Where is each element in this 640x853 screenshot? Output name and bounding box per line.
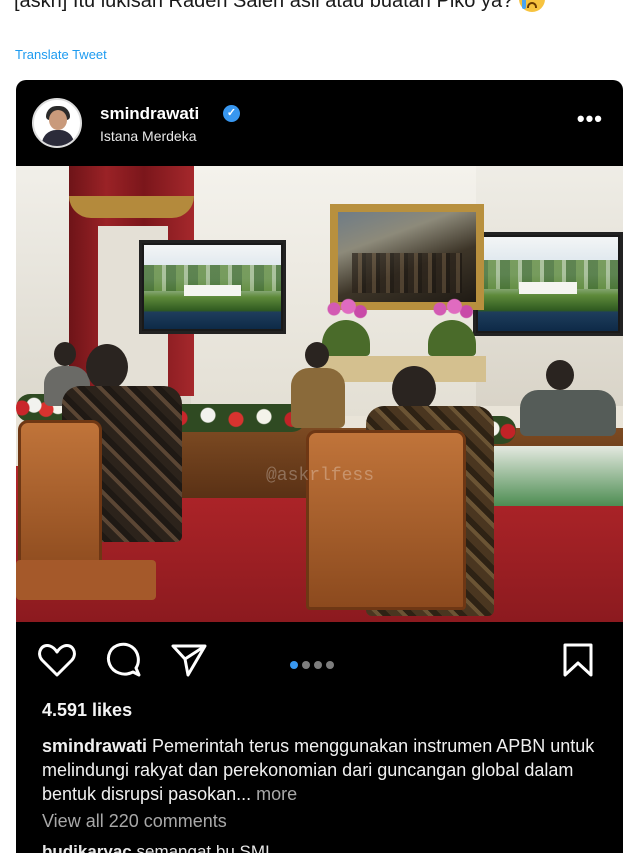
post-username[interactable]: smindrawati — [100, 104, 199, 124]
comment-icon — [106, 642, 141, 677]
chair-center — [306, 430, 466, 610]
tv-screen-left — [139, 240, 286, 334]
post-photo[interactable]: @askrlfess — [16, 166, 623, 622]
share-button[interactable] — [170, 642, 208, 683]
view-all-comments-link[interactable]: View all 220 comments — [42, 811, 227, 832]
caption-more-link[interactable]: more — [256, 784, 297, 804]
translate-tweet-link[interactable]: Translate Tweet — [15, 47, 107, 62]
verified-badge-icon: ✓ — [223, 105, 240, 122]
caption-username[interactable]: smindrawati — [42, 736, 147, 756]
tweet-body: [askrl] Itu lukisan Raden Saleh asli ata… — [14, 0, 514, 12]
carousel-dot — [326, 661, 334, 669]
post-header: smindrawati ✓ Istana Merdeka ••• — [16, 80, 623, 166]
share-icon — [171, 644, 207, 677]
crying-face-emoji-icon — [519, 0, 546, 12]
post-location[interactable]: Istana Merdeka — [100, 128, 197, 144]
painting — [330, 204, 484, 310]
tv-screen-right — [473, 232, 623, 336]
carousel-dot — [290, 661, 298, 669]
tweet-text: [askrl] Itu lukisan Raden Saleh asli ata… — [14, 0, 626, 16]
likes-count[interactable]: 4.591 likes — [42, 700, 132, 721]
more-options-button[interactable]: ••• — [577, 108, 603, 130]
save-button[interactable] — [562, 642, 594, 683]
post-caption: smindrawati Pemerintah terus menggunakan… — [42, 734, 602, 806]
comment-text: semangat bu SMI — [131, 842, 270, 853]
bookmark-icon — [563, 643, 593, 677]
like-button[interactable] — [38, 642, 76, 683]
carousel-dot — [302, 661, 310, 669]
comment-username[interactable]: budikaryac — [42, 842, 132, 853]
post-actions — [16, 642, 623, 686]
carousel-dot — [314, 661, 322, 669]
comment-button[interactable] — [106, 642, 142, 683]
photo-watermark: @askrlfess — [266, 466, 375, 486]
carousel-indicator — [290, 656, 338, 674]
comment-preview: budikaryac semangat bu SMI — [42, 842, 270, 853]
chair-left — [18, 420, 102, 580]
heart-icon — [38, 643, 76, 677]
avatar[interactable] — [32, 98, 82, 148]
